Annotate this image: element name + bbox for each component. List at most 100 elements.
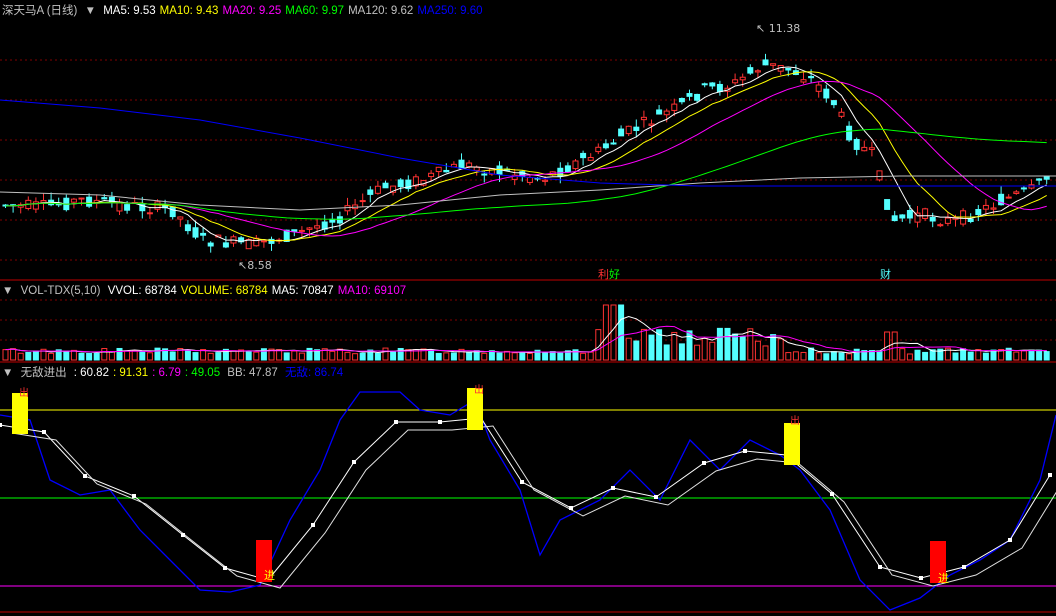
volume-bar [899,348,906,361]
candle-body [154,201,161,210]
candle-body [542,179,549,182]
volume-bar [701,337,708,361]
volume-bar [990,349,997,361]
candle-body [648,123,655,126]
news-marker-good[interactable]: 利好 [598,266,620,282]
candle-body [397,179,404,188]
candle-body [709,82,716,87]
candle-body [1036,178,1043,181]
vol-ma10-line [5,325,1047,353]
volume-bar [853,348,860,361]
candle-body [192,227,199,238]
signal-point [352,460,356,464]
volume-bar [777,338,784,361]
candle-body [245,239,252,250]
volume-bar [154,347,161,361]
dropdown-triangle-icon[interactable]: ▼ [85,5,96,17]
volume-bar [215,352,222,361]
volume-bar [694,344,701,361]
volume-bar [754,340,761,361]
candle-body [184,224,191,232]
ma20-line [5,80,1047,237]
ma250-line [0,99,1056,187]
volume-bar [762,345,769,361]
candle-body [633,126,640,131]
legend-item: MA250: 9.60 [417,5,483,17]
candle-body [975,209,982,216]
candle-body [40,200,47,203]
signal-point [830,492,834,496]
buy-signal-label: 进 [938,572,949,585]
candle-body [169,206,176,218]
volume-bar [580,352,587,361]
volume-bar [466,351,473,361]
volume-bar [770,334,777,361]
volume-bar [625,337,632,361]
candle-body [762,59,769,66]
volume-bar [17,352,24,361]
volume-bar [86,352,93,361]
ma10-line [5,71,1047,242]
volume-bar [108,351,115,361]
news-marker-finance[interactable]: 财 [880,266,891,282]
stock-chart[interactable] [0,0,1056,616]
volume-bar [207,352,214,361]
signal-point [569,506,573,510]
candle-body [222,242,229,248]
legend-item: MA120: 9.62 [348,5,414,17]
volume-bar [253,351,260,361]
candle-body [686,93,693,97]
legend-item: MA5: 9.53 [103,5,156,17]
volume-bar [93,352,100,361]
signal-line-2 [11,425,1056,589]
candle-body [564,165,571,173]
signal-point [181,533,185,537]
candle-body [906,210,913,219]
candle-body [1013,191,1020,194]
candle-body [101,197,108,200]
volume-bar [815,352,822,361]
signal-point [743,449,747,453]
volume-bar [344,351,351,361]
volume-bar [846,353,853,361]
volume-bar [610,304,617,361]
signal-point [520,480,524,484]
legend-item: MA60: 9.97 [285,5,345,17]
volume-bar [519,351,526,361]
legend-item: : 60.82 [73,367,109,379]
candle-body [124,204,131,211]
buy-signal-label: 进 [264,569,275,582]
candle-body [1020,187,1027,190]
volume-bar [739,336,746,361]
volume-legend: VVOL: 68784 VOLUME: 68784 MA5: 70847 MA10: … [108,285,410,297]
sell-signal-label: 出 [790,416,800,427]
candle-body [177,216,184,220]
signal-point [438,420,442,424]
candle-body [754,70,761,73]
sell-signal-label: 出 [474,385,484,396]
legend-item: 无敌: 86.74 [281,367,344,379]
dropdown-triangle-icon[interactable]: ▼ [2,367,13,379]
stock-title: 深天马A (日线) [2,5,78,17]
volume-bar [891,331,898,361]
volume-bar [823,353,830,361]
wudi-line [0,391,1056,611]
candle-body [580,152,587,159]
volume-bar [1028,349,1035,361]
volume-bar [785,352,792,361]
candle-body [86,196,93,207]
volume-bar [1036,349,1043,361]
volume-bar [724,327,731,361]
vol-ma5-line [5,316,1047,354]
candle-body [367,189,374,195]
legend-item: VOLUME: 68784 [180,285,268,297]
volume-bar [876,350,883,361]
candle-body [823,88,830,99]
volume-bar [960,348,967,361]
volume-bar [283,352,290,361]
volume-bar [124,350,131,361]
volume-bar [663,344,670,361]
volume-bar [648,334,655,361]
candle-body [876,170,883,181]
dropdown-triangle-icon[interactable]: ▼ [2,285,13,297]
